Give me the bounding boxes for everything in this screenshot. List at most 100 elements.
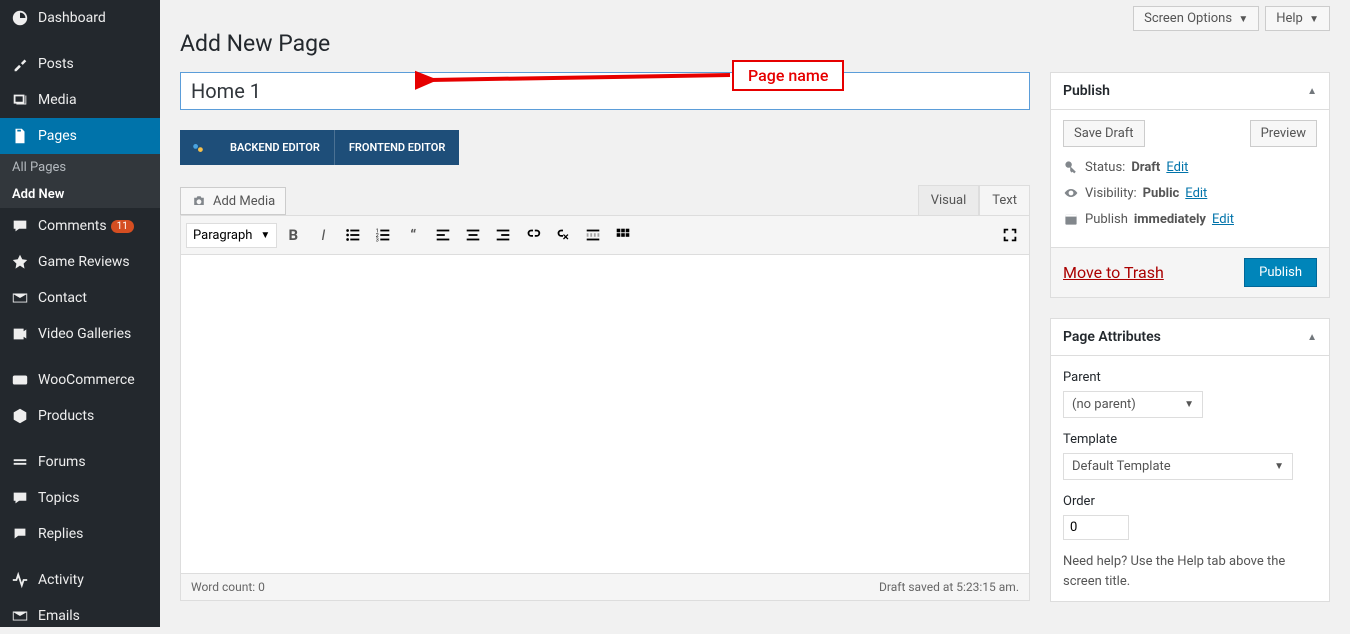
- admin-sidebar: Dashboard Posts Media Pages All Pages Ad…: [0, 0, 160, 627]
- toolbar-toggle-button[interactable]: [609, 221, 637, 249]
- replies-icon: [10, 524, 30, 544]
- parent-select[interactable]: (no parent)▼: [1063, 391, 1203, 418]
- screen-options-button[interactable]: Screen Options ▼: [1133, 6, 1259, 31]
- collapse-toggle-icon[interactable]: ▲: [1307, 332, 1317, 343]
- editor-view-tabs: Visual Text: [918, 185, 1030, 215]
- page-heading: Add New Page: [180, 30, 1330, 57]
- edit-visibility-link[interactable]: Edit: [1185, 186, 1207, 201]
- sidebar-label: Posts: [38, 56, 74, 72]
- activity-icon: [10, 570, 30, 590]
- sidebar-emails[interactable]: Emails: [0, 598, 160, 634]
- publish-button[interactable]: Publish: [1244, 258, 1317, 287]
- sidebar-label: Video Galleries: [38, 326, 131, 342]
- sidebar-dashboard[interactable]: Dashboard: [0, 0, 160, 36]
- publish-arrow-icon: [1332, 282, 1350, 372]
- sidebar-label: Pages: [38, 128, 77, 144]
- sidebar-sub-add-new[interactable]: Add New: [0, 181, 160, 208]
- wysiwyg-editor: Paragraph▼ B I 123 “: [180, 215, 1030, 601]
- unlink-button[interactable]: [549, 221, 577, 249]
- sidebar-posts[interactable]: Posts: [0, 46, 160, 82]
- visual-tab[interactable]: Visual: [918, 185, 980, 215]
- link-button[interactable]: [519, 221, 547, 249]
- sidebar-sub-all-pages[interactable]: All Pages: [0, 154, 160, 181]
- sidebar-media[interactable]: Media: [0, 82, 160, 118]
- sidebar-products[interactable]: Products: [0, 398, 160, 434]
- text-tab[interactable]: Text: [979, 185, 1030, 215]
- comment-icon: [10, 216, 30, 236]
- top-buttons: Screen Options ▼ Help ▼: [1133, 6, 1330, 31]
- sidebar-label: Products: [38, 408, 94, 424]
- save-draft-button[interactable]: Save Draft: [1063, 120, 1145, 147]
- pin-icon: [10, 54, 30, 74]
- preview-button[interactable]: Preview: [1250, 120, 1317, 147]
- numbered-list-button[interactable]: 123: [369, 221, 397, 249]
- sidebar-pages[interactable]: Pages: [0, 118, 160, 154]
- page-attributes-panel: Page Attributes ▲ Parent (no parent)▼ Te…: [1050, 318, 1330, 602]
- forums-icon: [10, 452, 30, 472]
- sidebar-pages-submenu: All Pages Add New: [0, 154, 160, 208]
- editor-content-area[interactable]: [181, 255, 1029, 573]
- sidebar-label: Emails: [38, 608, 80, 624]
- sidebar-forums[interactable]: Forums: [0, 444, 160, 480]
- sidebar-label: Replies: [38, 526, 83, 542]
- frontend-editor-tab[interactable]: FRONTEND EDITOR: [334, 130, 459, 165]
- move-to-trash-link[interactable]: Move to Trash: [1063, 263, 1164, 282]
- calendar-icon: [1063, 211, 1079, 227]
- fullscreen-button[interactable]: [996, 221, 1024, 249]
- star-icon: [10, 252, 30, 272]
- comments-badge: 11: [111, 220, 134, 233]
- main-content: Screen Options ▼ Help ▼ Add New Page BAC…: [160, 0, 1350, 627]
- sidebar-comments[interactable]: Comments 11: [0, 208, 160, 244]
- camera-icon: [191, 193, 207, 209]
- edit-status-link[interactable]: Edit: [1166, 160, 1188, 175]
- dashboard-icon: [10, 8, 30, 28]
- sidebar-replies[interactable]: Replies: [0, 516, 160, 552]
- format-select[interactable]: Paragraph▼: [186, 223, 277, 248]
- sidebar-topics[interactable]: Topics: [0, 480, 160, 516]
- align-left-button[interactable]: [429, 221, 457, 249]
- page-title-input[interactable]: [180, 72, 1030, 110]
- sidebar-contact[interactable]: Contact: [0, 280, 160, 316]
- align-right-button[interactable]: [489, 221, 517, 249]
- blockquote-button[interactable]: “: [399, 221, 427, 249]
- eye-icon: [1063, 185, 1079, 201]
- sidebar-label: Game Reviews: [38, 254, 130, 270]
- insert-more-button[interactable]: [579, 221, 607, 249]
- parent-label: Parent: [1063, 370, 1317, 385]
- add-media-button[interactable]: Add Media: [180, 187, 286, 215]
- envelope-icon: [10, 288, 30, 308]
- sidebar-label: Topics: [38, 490, 79, 506]
- backend-editor-tab[interactable]: BACKEND EDITOR: [216, 130, 334, 165]
- bold-button[interactable]: B: [279, 221, 307, 249]
- editor-toolbar: Paragraph▼ B I 123 “: [181, 216, 1029, 255]
- order-input[interactable]: [1063, 515, 1129, 540]
- sidebar-woocommerce[interactable]: WooCommerce: [0, 362, 160, 398]
- vc-icon: [180, 130, 216, 165]
- panel-title: Publish: [1063, 83, 1110, 99]
- sidebar-label: Forums: [38, 454, 86, 470]
- svg-text:3: 3: [376, 237, 379, 243]
- sidebar-activity[interactable]: Activity: [0, 562, 160, 598]
- help-text: Need help? Use the Help tab above the sc…: [1063, 552, 1317, 591]
- italic-button[interactable]: I: [309, 221, 337, 249]
- envelope-icon: [10, 606, 30, 626]
- edit-date-link[interactable]: Edit: [1212, 212, 1234, 227]
- annotation-box: Page name: [732, 60, 844, 91]
- publish-panel: Publish ▲ Save Draft Preview Status: Dra…: [1050, 72, 1330, 298]
- sidebar-game-reviews[interactable]: Game Reviews: [0, 244, 160, 280]
- template-select[interactable]: Default Template▼: [1063, 453, 1293, 480]
- sidebar-label: Media: [38, 92, 77, 108]
- editor-footer: Word count: 0 Draft saved at 5:23:15 am.: [181, 573, 1029, 600]
- template-label: Template: [1063, 432, 1317, 447]
- help-button[interactable]: Help ▼: [1265, 6, 1330, 31]
- sidebar-label: Activity: [38, 572, 84, 588]
- align-center-button[interactable]: [459, 221, 487, 249]
- word-count: Word count: 0: [191, 580, 265, 594]
- editor-mode-tabs: BACKEND EDITOR FRONTEND EDITOR: [180, 130, 459, 165]
- video-icon: [10, 324, 30, 344]
- bullet-list-button[interactable]: [339, 221, 367, 249]
- sidebar-video-galleries[interactable]: Video Galleries: [0, 316, 160, 352]
- page-icon: [10, 126, 30, 146]
- collapse-toggle-icon[interactable]: ▲: [1307, 86, 1317, 97]
- panel-title: Page Attributes: [1063, 329, 1161, 345]
